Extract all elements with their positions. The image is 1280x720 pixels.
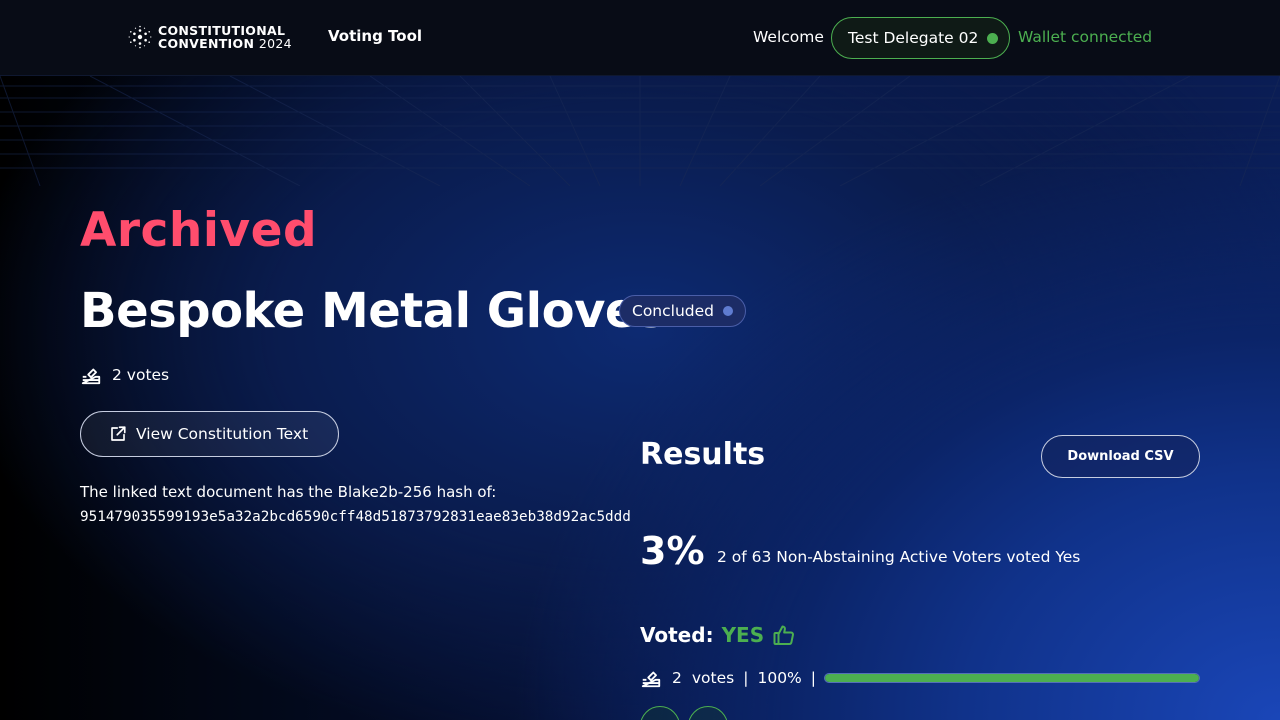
vote-option-button[interactable] xyxy=(688,706,728,720)
proposal-state-heading: Archived xyxy=(80,203,318,258)
yes-percentage: 3% xyxy=(640,529,705,573)
status-badge-dot xyxy=(723,306,733,316)
logo-convention: CONVENTION xyxy=(158,36,255,51)
yes-progress-bar xyxy=(824,673,1200,683)
view-constitution-text-label: View Constitution Text xyxy=(136,425,309,443)
thumbs-up-icon xyxy=(773,625,795,645)
vote-option-button[interactable] xyxy=(640,706,680,720)
connected-status-dot xyxy=(987,32,999,44)
status-badge-label: Concluded xyxy=(632,302,714,320)
welcome-label: Welcome xyxy=(753,28,824,46)
results-summary: 2 of 63 Non-Abstaining Active Voters vot… xyxy=(717,548,1081,566)
voted-value: YES xyxy=(721,623,765,647)
status-badge: Concluded xyxy=(619,295,746,327)
external-link-icon xyxy=(111,426,126,441)
tally-separator: | xyxy=(810,669,817,687)
results-heading: Results xyxy=(640,437,766,472)
voted-label: Voted: xyxy=(640,623,714,647)
view-constitution-text-button[interactable]: View Constitution Text xyxy=(80,411,339,457)
vote-count: 2 votes xyxy=(80,364,169,386)
cardano-logo-icon xyxy=(128,25,152,49)
yes-tally-row: 2 votes | 100% | xyxy=(640,667,1200,689)
download-csv-button[interactable]: Download CSV xyxy=(1041,435,1200,478)
logo-wordmark: CONSTITUTIONAL CONVENTION 2024 xyxy=(158,24,292,50)
background-grid xyxy=(0,76,1280,186)
tally-percent: 100% xyxy=(757,669,802,687)
proposal-title: Bespoke Metal Gloves xyxy=(80,283,666,339)
voted-row: Voted: YES xyxy=(640,623,796,647)
tally-votes-word: votes xyxy=(691,669,735,687)
constitutional-convention-logo[interactable]: CONSTITUTIONAL CONVENTION 2024 xyxy=(128,24,292,50)
logo-year: 2024 xyxy=(258,36,292,51)
tally-votes-number: 2 xyxy=(672,669,682,687)
yes-progress-fill xyxy=(825,674,1199,682)
vote-count-label: 2 votes xyxy=(112,366,170,384)
tally-separator: | xyxy=(743,669,749,687)
hash-value: 951479035599193e5a32a2bcd6590cff48d51873… xyxy=(80,509,631,525)
top-navbar: CONSTITUTIONAL CONVENTION 2024 Voting To… xyxy=(0,0,1280,76)
ballot-box-icon xyxy=(641,671,661,688)
ballot-box-icon xyxy=(81,368,101,385)
nav-voting-tool[interactable]: Voting Tool xyxy=(328,27,422,45)
wallet-status: Wallet connected xyxy=(1018,28,1153,46)
logo-line-2: CONVENTION 2024 xyxy=(158,37,292,50)
hash-label: The linked text document has the Blake2b… xyxy=(80,483,497,501)
delegate-account-button[interactable]: Test Delegate 02 xyxy=(831,17,1010,59)
delegate-name: Test Delegate 02 xyxy=(848,29,979,47)
